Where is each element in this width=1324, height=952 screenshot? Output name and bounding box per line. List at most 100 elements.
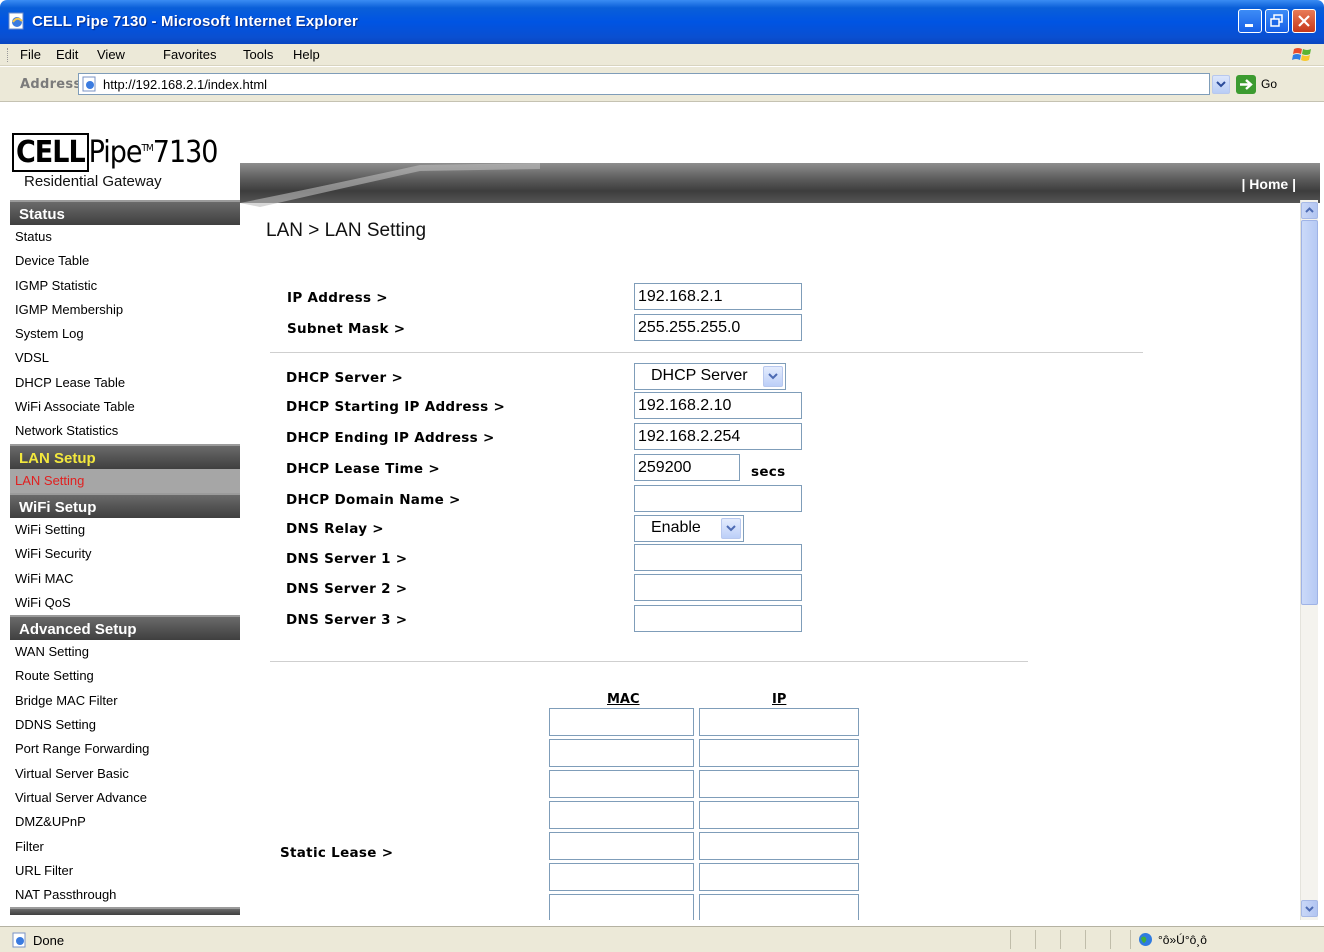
static-lease-mac-header: MAC [607,692,640,707]
nav-bridge-mac-filter[interactable]: Bridge MAC Filter [10,689,240,713]
home-link[interactable]: | Home | [1241,176,1296,192]
static-lease-ip-input[interactable] [699,863,859,891]
nav-virtual-server-advance[interactable]: Virtual Server Advance [10,786,240,810]
section-divider [270,661,1028,662]
dns-server-1-input[interactable] [634,544,802,571]
header-banner: | Home | [240,163,1320,207]
nav-network-statistics[interactable]: Network Statistics [10,419,240,443]
dhcp-end-label: DHCP Ending IP Address > [286,430,495,446]
menu-bar: File Edit View Favorites Tools Help [0,44,1324,66]
section-next-partial [10,907,240,916]
ip-address-input[interactable] [634,283,802,310]
main-content: LAN > LAN Setting IP Address > Subnet Ma… [240,200,1294,920]
static-lease-mac-input[interactable] [549,863,694,891]
status-separator [1035,930,1036,949]
static-lease-ip-input[interactable] [699,832,859,860]
section-wifi-setup: WiFi Setup [10,492,240,518]
nav-wifi-associate-table[interactable]: WiFi Associate Table [10,395,240,419]
status-separator [1010,930,1011,949]
nav-device-table[interactable]: Device Table [10,249,240,273]
minimize-button[interactable] [1238,9,1262,33]
chevron-up-icon [1305,207,1314,213]
dhcp-end-input[interactable] [634,423,802,450]
dhcp-server-value: DHCP Server [651,367,748,384]
dhcp-server-dropdown-button[interactable] [763,366,783,387]
menu-edit[interactable]: Edit [56,47,78,62]
nav-wifi-security[interactable]: WiFi Security [10,542,240,566]
menu-file[interactable]: File [20,47,41,62]
nav-wifi-qos[interactable]: WiFi QoS [10,591,240,615]
static-lease-ip-input[interactable] [699,801,859,829]
go-label[interactable]: Go [1261,77,1277,91]
nav-system-log[interactable]: System Log [10,322,240,346]
ie-page-icon [8,12,24,30]
static-lease-label: Static Lease > [280,845,394,861]
nav-ddns-setting[interactable]: DDNS Setting [10,713,240,737]
nav-filter[interactable]: Filter [10,835,240,859]
dns-relay-select[interactable]: Enable [634,515,744,542]
static-lease-ip-input[interactable] [699,708,859,736]
ip-address-label: IP Address > [287,290,388,306]
dhcp-start-input[interactable] [634,392,802,419]
close-button[interactable] [1292,9,1316,33]
scroll-thumb[interactable] [1301,220,1318,605]
status-separator [1130,930,1131,949]
maximize-button[interactable] [1265,9,1289,33]
static-lease-ip-input[interactable] [699,770,859,798]
menu-view[interactable]: View [97,47,125,62]
nav-igmp-membership[interactable]: IGMP Membership [10,298,240,322]
nav-dhcp-lease-table[interactable]: DHCP Lease Table [10,371,240,395]
dhcp-server-select[interactable]: DHCP Server [634,363,786,390]
vertical-scrollbar[interactable] [1300,200,1318,920]
ie-page-icon [12,932,26,948]
nav-wifi-mac[interactable]: WiFi MAC [10,567,240,591]
nav-nat-passthrough[interactable]: NAT Passthrough [10,883,240,907]
static-lease-mac-input[interactable] [549,832,694,860]
dhcp-lease-input[interactable] [634,454,740,481]
close-icon [1298,15,1310,27]
nav-status[interactable]: Status [10,225,240,249]
nav-wan-setting[interactable]: WAN Setting [10,640,240,664]
address-dropdown-button[interactable] [1212,75,1230,94]
scroll-up-button[interactable] [1301,202,1318,219]
dhcp-lease-unit: secs [751,464,786,480]
dns-server-3-input[interactable] [634,605,802,632]
nav-port-range-forwarding[interactable]: Port Range Forwarding [10,737,240,761]
static-lease-ip-input[interactable] [699,894,859,920]
status-text: Done [33,933,65,948]
dns-server-2-input[interactable] [634,574,802,601]
sidebar-nav: Status Status Device Table IGMP Statisti… [10,200,240,920]
nav-wifi-setting[interactable]: WiFi Setting [10,518,240,542]
dhcp-server-label: DHCP Server > [286,370,404,386]
dhcp-domain-input[interactable] [634,485,802,512]
static-lease-mac-input[interactable] [549,770,694,798]
go-button[interactable] [1236,75,1256,94]
nav-virtual-server-basic[interactable]: Virtual Server Basic [10,762,240,786]
static-lease-mac-input[interactable] [549,708,694,736]
nav-route-setting[interactable]: Route Setting [10,664,240,688]
dhcp-lease-label: DHCP Lease Time > [286,461,440,477]
nav-lan-setting[interactable]: LAN Setting [10,468,240,493]
menu-help[interactable]: Help [293,47,320,62]
chevron-down-icon [1216,81,1226,88]
subnet-mask-input[interactable] [634,314,802,341]
static-lease-mac-input[interactable] [549,739,694,767]
status-separator [1110,930,1111,949]
restore-icon [1270,14,1283,27]
section-divider [270,352,1143,353]
scroll-down-button[interactable] [1301,900,1318,917]
address-bar: Address http://192.168.2.1/index.html Go [0,67,1324,102]
nav-dmz-upnp[interactable]: DMZ&UPnP [10,810,240,834]
dns-relay-dropdown-button[interactable] [721,518,741,539]
static-lease-mac-input[interactable] [549,801,694,829]
menu-tools[interactable]: Tools [243,47,273,62]
static-lease-ip-input[interactable] [699,739,859,767]
menu-favorites[interactable]: Favorites [163,47,216,62]
nav-url-filter[interactable]: URL Filter [10,859,240,883]
nav-igmp-statistic[interactable]: IGMP Statistic [10,274,240,298]
static-lease-mac-input[interactable] [549,894,694,920]
nav-vdsl[interactable]: VDSL [10,346,240,370]
address-input[interactable]: http://192.168.2.1/index.html [78,73,1210,95]
ie-page-icon [82,76,96,92]
dns-relay-label: DNS Relay > [286,521,384,537]
